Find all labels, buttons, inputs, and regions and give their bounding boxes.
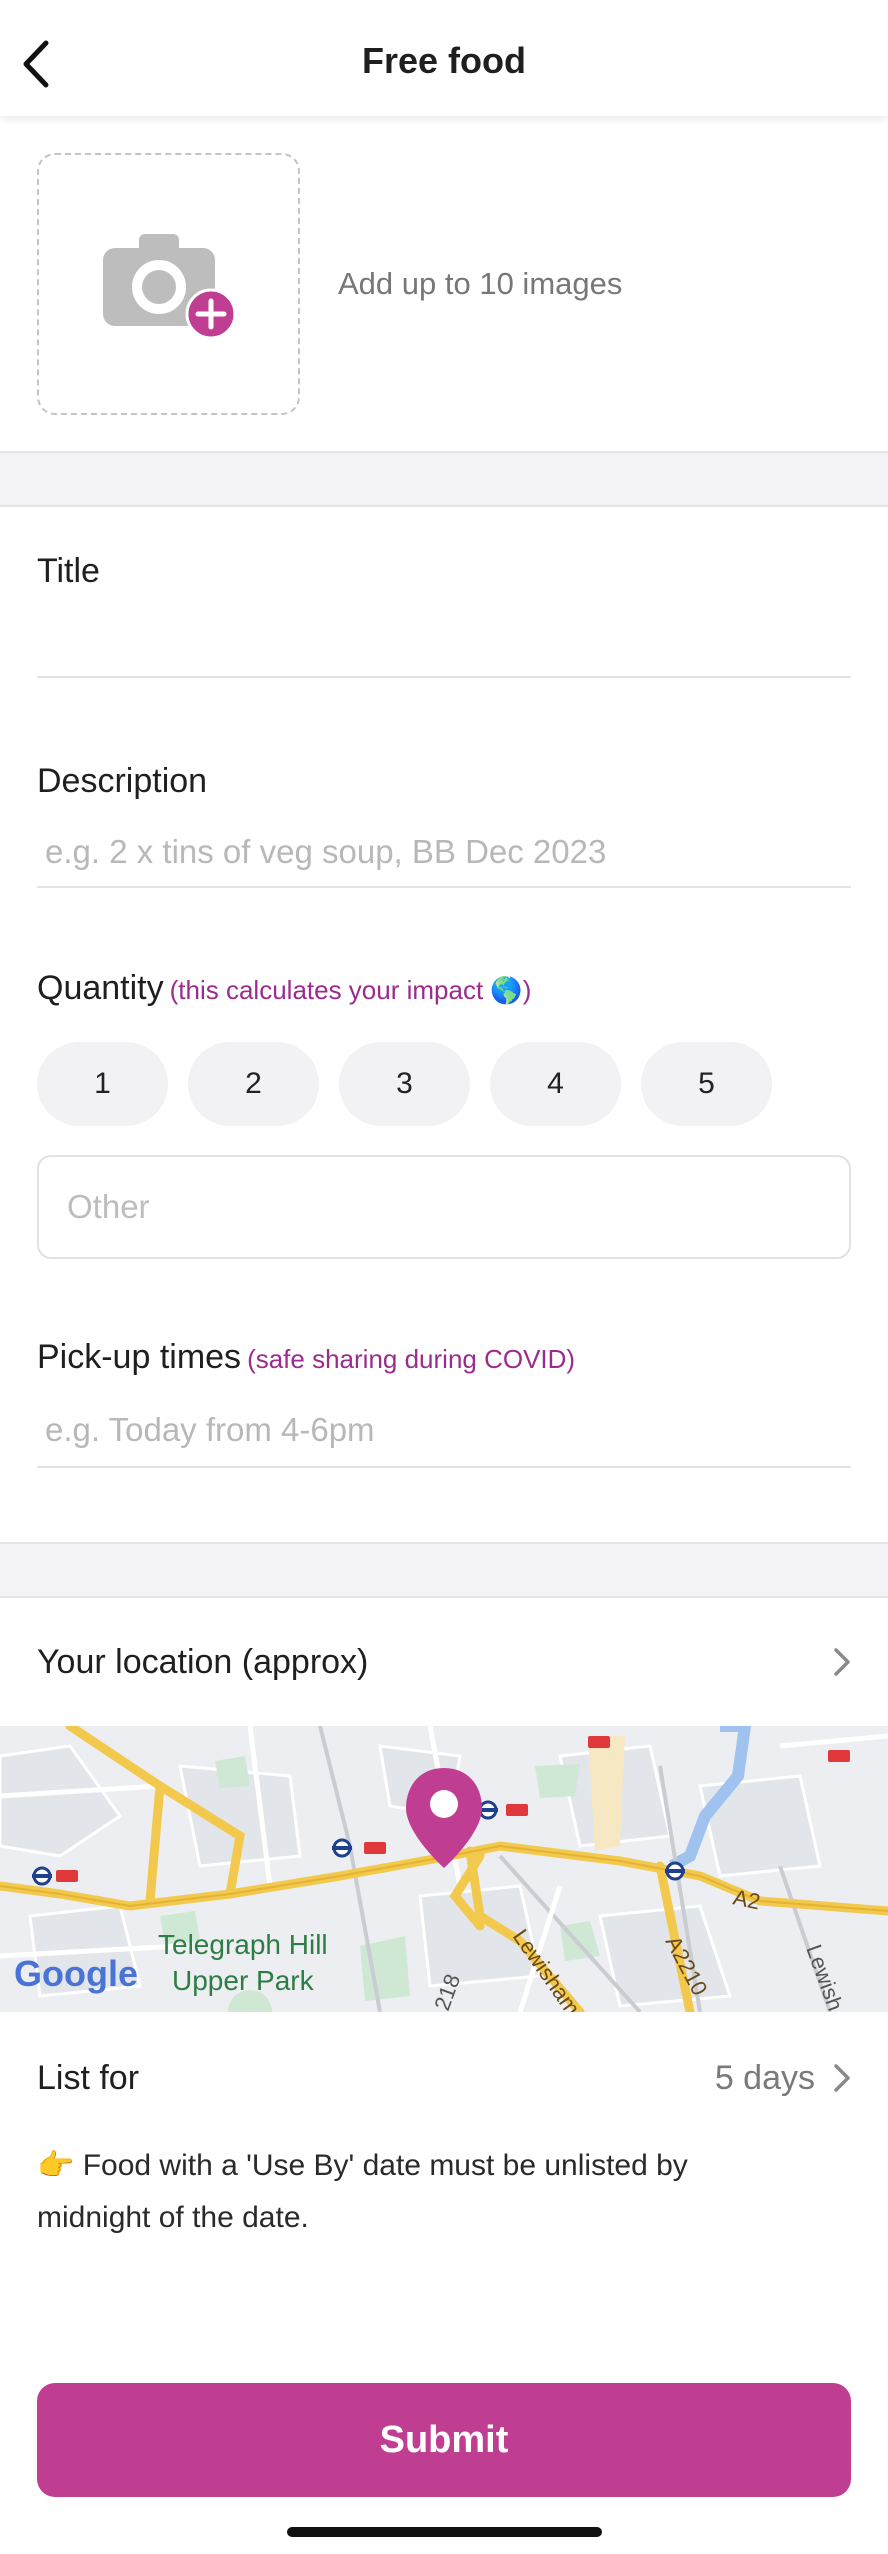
chevron-right-icon [834, 2064, 850, 2092]
pickup-input[interactable] [37, 1394, 851, 1468]
description-label: Description [37, 762, 208, 800]
map-park-label-2: Upper Park [172, 1965, 315, 1996]
app-header: Free food [0, 0, 888, 116]
quantity-option-1[interactable]: 1 [37, 1042, 168, 1126]
map-graphic: A2 Lewisham A2210 Lewish 218 Telegraph H… [0, 1726, 888, 2012]
map-park-label-1: Telegraph Hill [158, 1929, 328, 1960]
quantity-options: 1 2 3 4 5 [37, 1042, 772, 1126]
location-map[interactable]: A2 Lewisham A2210 Lewish 218 Telegraph H… [0, 1726, 888, 2012]
title-input[interactable] [37, 606, 851, 678]
section-divider-2 [0, 1542, 888, 1598]
home-indicator [287, 2527, 602, 2537]
list-for-label: List for [37, 2058, 140, 2097]
location-label: Your location (approx) [37, 1642, 369, 1681]
section-divider [0, 451, 888, 507]
description-input[interactable] [37, 818, 851, 888]
list-for-row[interactable]: List for 5 days [0, 2033, 888, 2123]
quantity-label: Quantity (this calculates your impact 🌎) [37, 969, 531, 1008]
pickup-label-text: Pick-up times [37, 1338, 242, 1376]
title-label: Title [37, 552, 100, 590]
quantity-option-2[interactable]: 2 [188, 1042, 319, 1126]
add-photo-button[interactable] [37, 153, 300, 415]
list-for-value: 5 days [714, 2058, 815, 2097]
use-by-notice: 👉 Food with a 'Use By' date must be unli… [37, 2149, 688, 2234]
submit-button[interactable]: Submit [37, 2383, 851, 2497]
quantity-other-input[interactable] [37, 1155, 851, 1259]
quantity-option-3[interactable]: 3 [339, 1042, 470, 1126]
quantity-note: (this calculates your impact 🌎) [169, 975, 532, 1005]
pickup-label: Pick-up times (safe sharing during COVID) [37, 1338, 575, 1377]
pickup-note: (safe sharing during COVID) [247, 1344, 576, 1374]
quantity-option-4[interactable]: 4 [490, 1042, 621, 1126]
photo-hint: Add up to 10 images [338, 266, 623, 301]
page-title: Free food [361, 40, 526, 81]
quantity-option-5[interactable]: 5 [641, 1042, 772, 1126]
location-row[interactable]: Your location (approx) [0, 1617, 888, 1707]
camera-add-icon [102, 234, 236, 340]
chevron-right-icon [834, 1648, 850, 1676]
quantity-label-text: Quantity [37, 969, 164, 1007]
google-logo: Google [14, 1953, 138, 1994]
